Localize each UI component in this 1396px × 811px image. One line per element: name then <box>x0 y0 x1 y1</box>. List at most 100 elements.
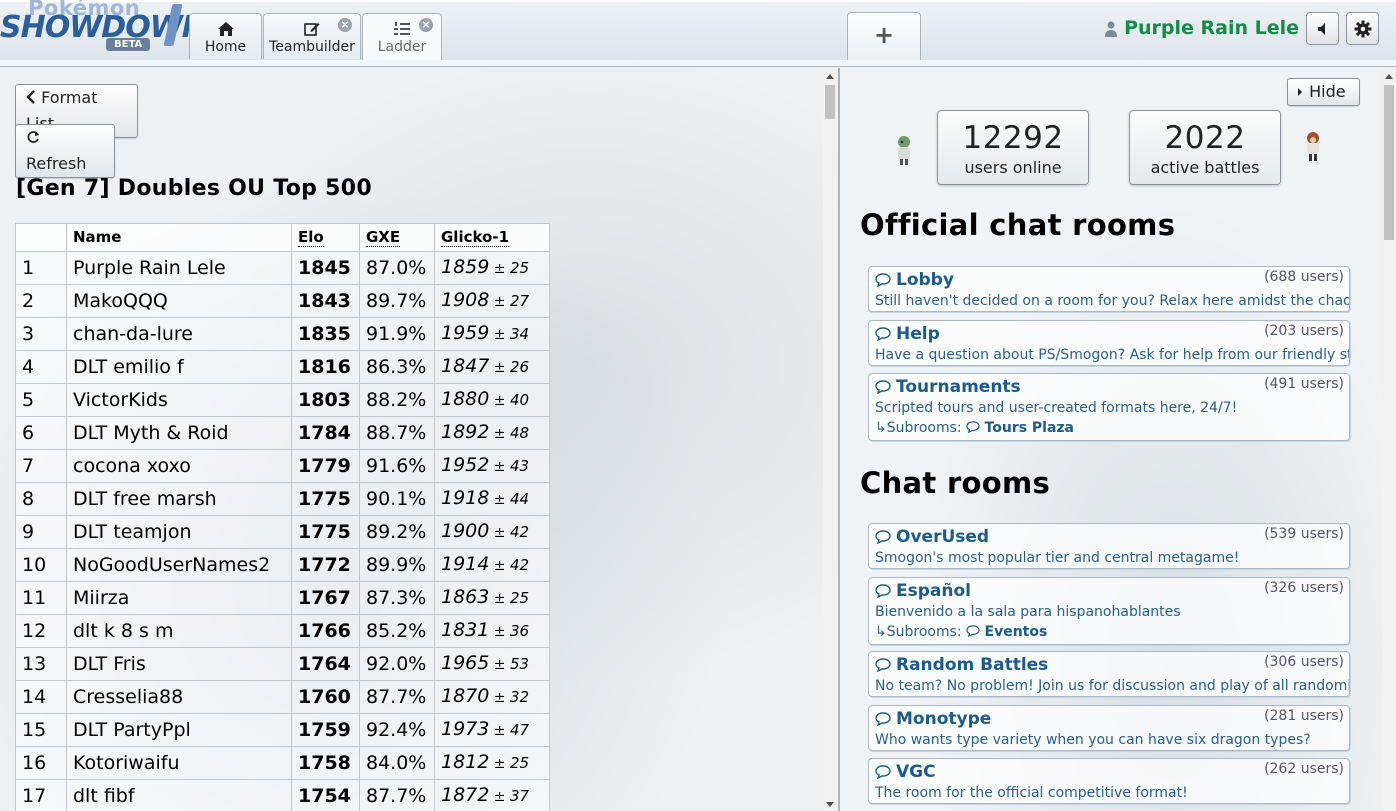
column-header-name-text: Name <box>73 228 122 246</box>
plus-minus-symbol: ± <box>489 756 510 772</box>
active-battles-caption: active battles <box>1150 158 1260 177</box>
scroll-up-arrow[interactable] <box>826 74 834 79</box>
ladder-row: 17 dlt fibf 1754 87.7% 1872 ± 37 <box>15 779 550 811</box>
header-divider <box>0 60 1396 67</box>
player-name-link[interactable]: chan-da-lure <box>66 317 292 351</box>
plus-minus-symbol: ± <box>489 558 510 574</box>
glicko-deviation: 53 <box>510 655 530 673</box>
gxe-cell: 91.6% <box>359 449 435 483</box>
player-name-link[interactable]: MakoQQQ <box>66 284 292 318</box>
tab-home[interactable]: Home <box>189 13 262 59</box>
room-card[interactable]: Random Battles (306 users) No team? No pro… <box>868 651 1350 697</box>
ladder-row: 6 DLT Myth & Roid 1784 88.7% 1892 ± 48 <box>15 416 550 450</box>
glicko-rating: 1908 <box>441 289 490 311</box>
plus-minus-symbol: ± <box>489 393 510 409</box>
room-description: Scripted tours and user-created formats … <box>875 400 1238 416</box>
plus-minus-symbol: ± <box>489 657 510 673</box>
settings-button[interactable] <box>1346 12 1379 45</box>
player-name-link[interactable]: cocona xoxo <box>66 449 292 483</box>
room-card[interactable]: Help (203 users) Have a question about PS/… <box>868 320 1350 366</box>
glicko-deviation: 26 <box>510 358 530 376</box>
player-name-link[interactable]: Purple Rain Lele <box>66 251 292 285</box>
subroom-link[interactable]: Eventos <box>985 624 1048 640</box>
room-card[interactable]: Español (326 users) Bienvenido a la sala p… <box>868 577 1350 645</box>
rank-cell: 15 <box>15 713 67 747</box>
player-name-link[interactable]: NoGoodUserNames2 <box>66 548 292 582</box>
active-battles-count: 2022 <box>1164 120 1246 156</box>
column-header-gxe: GXE <box>359 223 435 252</box>
player-name-link[interactable]: DLT PartyPpl <box>66 713 292 747</box>
glicko-rating: 1872 <box>441 784 490 806</box>
subroom-link[interactable]: Tours Plaza <box>985 420 1075 436</box>
glicko-rating: 1918 <box>441 487 490 509</box>
plus-minus-symbol: ± <box>489 426 510 442</box>
rank-cell: 6 <box>15 416 67 450</box>
glicko-cell: 1847 ± 26 <box>434 350 550 384</box>
player-name-link[interactable]: DLT teamjon <box>66 515 292 549</box>
close-tab-teambuilder-icon[interactable]: × <box>338 18 352 32</box>
player-name-link[interactable]: dlt k 8 s m <box>66 614 292 648</box>
rooms-scrollbar[interactable] <box>1382 68 1396 811</box>
chat-bubble-icon <box>875 658 891 672</box>
room-card[interactable]: Monotype (281 users) Who wants type variet… <box>868 705 1350 751</box>
player-name-link[interactable]: DLT Myth & Roid <box>66 416 292 450</box>
close-tab-ladder-icon[interactable]: × <box>419 18 433 32</box>
player-name-link[interactable]: Cresselia88 <box>66 680 292 714</box>
trainer-sprite-right <box>1307 132 1319 161</box>
header-bar: Pokémon SHOWDOWN BETA Home Teambuilder ×… <box>0 0 1396 61</box>
player-name-link[interactable]: dlt fibf <box>66 779 292 811</box>
tab-ladder-label: Ladder <box>377 39 427 55</box>
gxe-cell: 91.9% <box>359 317 435 351</box>
rank-cell: 3 <box>15 317 67 351</box>
refresh-button[interactable]: Refresh <box>15 124 115 178</box>
glicko-deviation: 44 <box>510 490 530 508</box>
rooms-scroll-thumb[interactable] <box>1384 85 1394 240</box>
plus-minus-symbol: ± <box>489 723 510 739</box>
plus-minus-symbol: ± <box>489 690 510 706</box>
ladder-scrollbar[interactable] <box>823 68 837 811</box>
active-battles-box: 2022 active battles <box>1129 110 1281 185</box>
room-user-count: (306 users) <box>1264 654 1344 670</box>
room-card[interactable]: VGC (262 users) The room for the official … <box>868 758 1350 804</box>
room-card[interactable]: Lobby (688 users) Still haven't decided on… <box>868 266 1350 312</box>
ladder-scroll-thumb[interactable] <box>825 85 835 119</box>
rooms-scroll-up-arrow[interactable] <box>1385 74 1393 79</box>
room-card[interactable]: OverUsed (539 users) Smogon's most popular… <box>868 523 1350 569</box>
player-name-link[interactable]: DLT Fris <box>66 647 292 681</box>
room-description: Smogon's most popular tier and central m… <box>875 550 1240 566</box>
player-name-link[interactable]: Miirza <box>66 581 292 615</box>
gxe-cell: 92.0% <box>359 647 435 681</box>
tab-teambuilder-label: Teambuilder <box>269 39 355 55</box>
tab-ladder[interactable]: Ladder × <box>362 13 442 61</box>
player-name-link[interactable]: DLT free marsh <box>66 482 292 516</box>
hide-button[interactable]: Hide <box>1287 78 1360 106</box>
hide-label: Hide <box>1309 82 1346 101</box>
ladder-row: 7 cocona xoxo 1779 91.6% 1952 ± 43 <box>15 449 550 483</box>
chat-bubble-icon <box>875 765 891 779</box>
ladder-header-row: Name Elo GXE Glicko-1 <box>15 223 550 252</box>
room-name-text: Tournaments <box>896 377 1021 397</box>
pokemon-showdown-logo[interactable]: Pokémon SHOWDOWN BETA <box>0 0 207 58</box>
scroll-down-arrow[interactable] <box>826 802 834 807</box>
username-link[interactable]: Purple Rain Lele <box>1104 16 1299 40</box>
player-name-link[interactable]: VictorKids <box>66 383 292 417</box>
ladder-row: 1 Purple Rain Lele 1845 87.0% 1859 ± 25 <box>15 251 550 285</box>
glicko-rating: 1863 <box>441 586 490 608</box>
player-name-link[interactable]: Kotoriwaifu <box>66 746 292 780</box>
glicko-cell: 1812 ± 25 <box>434 746 550 780</box>
sound-button[interactable] <box>1306 12 1339 45</box>
room-card[interactable]: Tournaments (491 users) Scripted tours and… <box>868 373 1350 441</box>
room-user-count: (326 users) <box>1264 580 1344 596</box>
glicko-rating: 1900 <box>441 520 490 542</box>
player-name-link[interactable]: DLT emilio f <box>66 350 292 384</box>
tab-teambuilder[interactable]: Teambuilder × <box>263 13 361 59</box>
speaker-icon <box>1317 23 1325 35</box>
chat-bubble-icon <box>875 380 891 394</box>
glicko-rating: 1952 <box>441 454 490 476</box>
new-tab-button[interactable]: + <box>847 12 921 60</box>
gxe-cell: 87.0% <box>359 251 435 285</box>
glicko-rating: 1880 <box>441 388 490 410</box>
elo-cell: 1803 <box>291 383 360 417</box>
gxe-cell: 89.7% <box>359 284 435 318</box>
ladder-row: 5 VictorKids 1803 88.2% 1880 ± 40 <box>15 383 550 417</box>
